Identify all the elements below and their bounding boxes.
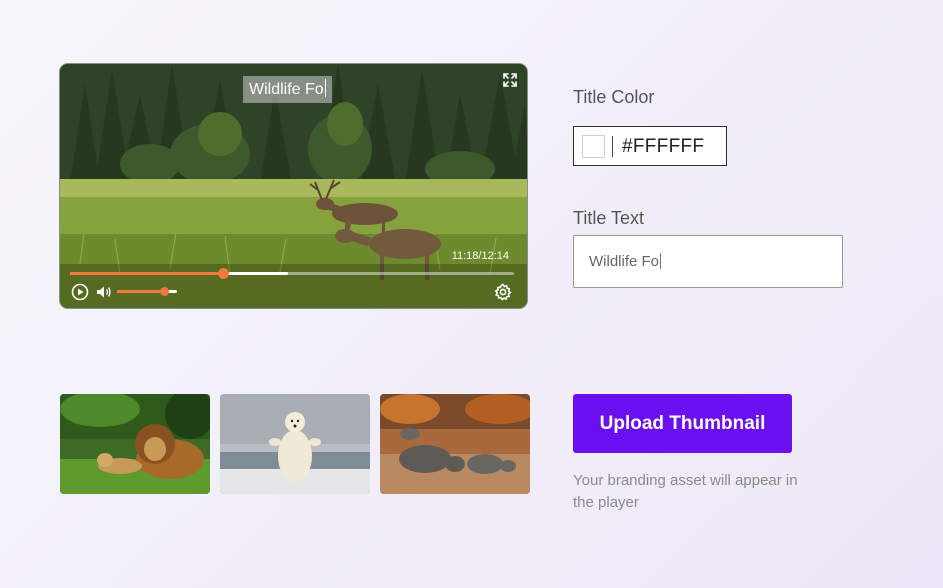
video-title-overlay: Wildlife Fo	[243, 76, 332, 103]
seek-bar[interactable]	[70, 268, 514, 279]
time-display: 11:18/12:14	[451, 250, 509, 262]
color-swatch[interactable]	[582, 135, 605, 158]
volume-level	[117, 290, 164, 293]
played-bar	[70, 272, 224, 275]
settings-icon[interactable]	[494, 283, 512, 301]
title-color-field[interactable]: #FFFFFF	[573, 126, 727, 166]
video-player[interactable]: Wildlife Fo 11:18/12:14	[59, 63, 528, 309]
input-caret	[660, 253, 662, 269]
volume-icon[interactable]	[96, 284, 112, 300]
lions-image	[60, 394, 210, 494]
thumbnail-lions[interactable]	[60, 394, 210, 494]
upload-thumbnail-button[interactable]: Upload Thumbnail	[573, 394, 792, 453]
video-title-text: Wildlife Fo	[249, 81, 324, 98]
text-caret	[324, 79, 326, 97]
title-text-value: Wildlife Fo	[589, 253, 660, 270]
thumbnail-polar-bear[interactable]	[220, 394, 370, 494]
fullscreen-icon[interactable]	[502, 72, 518, 88]
play-icon[interactable]	[71, 283, 89, 301]
volume-handle[interactable]	[159, 287, 169, 296]
polar-bear-image	[220, 394, 370, 494]
helper-text: Your branding asset will appear in the p…	[573, 472, 798, 511]
thumbnail-rhinos[interactable]	[380, 394, 530, 494]
volume-slider[interactable]	[117, 287, 177, 296]
rhinos-image	[380, 394, 530, 494]
field-divider	[612, 136, 613, 157]
title-text-label: Title Text	[573, 208, 645, 228]
title-color-label: Title Color	[573, 87, 655, 107]
title-color-value[interactable]: #FFFFFF	[622, 136, 704, 158]
title-text-input[interactable]: Wildlife Fo	[573, 235, 843, 288]
